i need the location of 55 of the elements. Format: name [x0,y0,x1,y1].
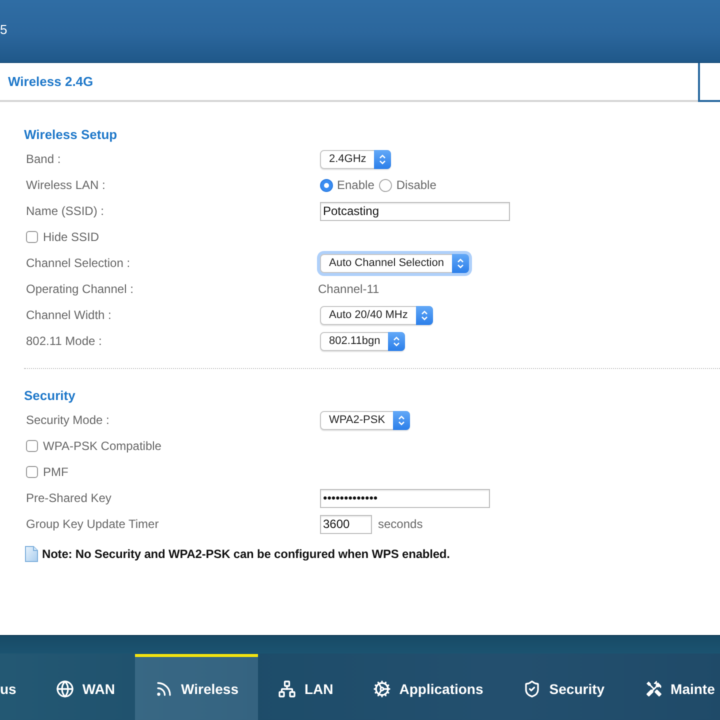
field-label: Group Key Update Timer [26,517,159,531]
text-field[interactable]: Potcasting [320,202,510,220]
field-value: Channel-11 [318,282,380,296]
gear-icon [373,680,392,698]
panel-frame-edge [698,63,720,102]
section-heading: Wireless Setup [24,127,118,143]
field-label: Security Mode : [26,413,110,427]
checkbox[interactable] [26,466,38,478]
field-label: Name (SSID) : [26,204,104,218]
nav-tab[interactable]: Mainte [624,654,720,720]
nav-tab[interactable]: LAN [258,654,354,720]
nav-tab[interactable]: Applications [353,654,504,720]
field-label: Wireless LAN : [26,178,106,192]
globe-icon [56,680,74,698]
nav-tab[interactable]: Security [503,654,625,720]
up-down-arrows-icon [388,332,406,350]
checkbox-label: WPA-PSK Compatible [43,439,162,453]
radio-button[interactable] [320,178,333,192]
note-text: Note: No Security and WPA2-PSK can be configured when WPS enabled. [42,547,450,561]
field-label: Operating Channel : [26,282,134,296]
field-label: Band : [26,152,61,166]
nav-tab[interactable]: WAN [36,654,136,720]
dropdown[interactable]: Auto Channel Selection [320,254,469,272]
checkbox-label: Hide SSID [43,230,100,244]
shield-icon [523,680,542,698]
number-field[interactable]: 3600 [320,514,372,534]
password-field[interactable]: ••••••••••••• [320,488,490,508]
unit-label: seconds [378,517,423,531]
checkbox[interactable] [26,440,38,452]
nav-tab[interactable]: us [0,654,36,720]
header-title: 5 [0,22,8,36]
field-label: Channel Width : [26,308,112,322]
radio-label: Disable [396,178,436,192]
dropdown[interactable]: WPA2-PSK [320,410,410,430]
page-title: Wireless 2.4G [8,74,94,89]
dropdown[interactable]: 2.4GHz [320,150,392,168]
nav-tab[interactable]: Wireless [135,654,258,720]
document-icon [25,546,38,562]
wifi-icon [155,680,174,698]
checkbox-label: PMF [43,465,68,479]
field-label: 802.11 Mode : [26,334,102,348]
checkbox[interactable] [26,231,38,243]
tools-icon [644,680,663,698]
dropdown[interactable]: Auto 20/40 MHz [320,306,433,324]
network-icon [278,680,296,698]
field-label: Channel Selection : [26,256,130,270]
up-down-arrows-icon [374,150,392,168]
radio-button[interactable] [379,178,392,192]
up-down-arrows-icon [416,306,433,324]
up-down-arrows-icon [452,254,469,272]
dropdown[interactable]: 802.11bgn [320,332,406,350]
radio-label: Enable [337,178,374,192]
field-label: Pre-Shared Key [26,491,112,505]
section-heading: Security [24,388,76,404]
up-down-arrows-icon [393,410,410,430]
